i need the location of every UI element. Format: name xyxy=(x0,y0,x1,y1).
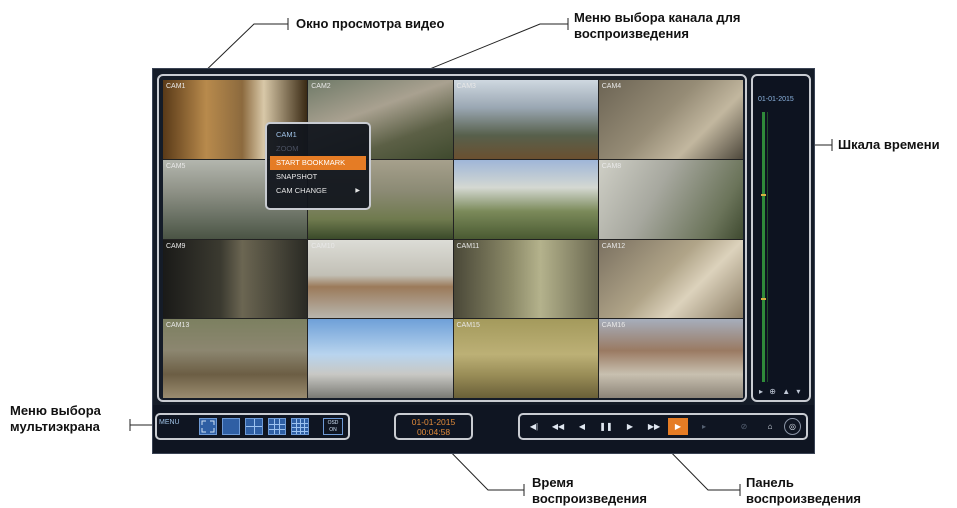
osd-toggle-button[interactable]: OSD ON xyxy=(323,418,343,435)
camera-label: CAM8 xyxy=(601,162,622,170)
playback-date: 01-01-2015 xyxy=(411,417,456,427)
submenu-arrow-icon: ▶ xyxy=(355,188,360,194)
menu-item-cam-header: CAM1 xyxy=(276,130,297,139)
camera-grid: CAM1 CAM2 CAM3 CAM4 CAM5 CAM8 CAM9 CAM10… xyxy=(163,80,743,398)
menu-item-zoom: ZOOM xyxy=(276,144,299,153)
osd-state: ON xyxy=(329,427,337,433)
timeline-up-icon[interactable]: ▲ xyxy=(782,387,790,396)
camera-label: CAM13 xyxy=(166,322,190,330)
callout-timeline: Шкала времени xyxy=(838,137,940,152)
channel-context-menu: CAM1 ZOOM START BOOKMARK SNAPSHOT CAM CH… xyxy=(265,122,371,210)
zoom-icon[interactable]: ⊘ xyxy=(734,418,754,435)
camera-tile[interactable]: CAM3 xyxy=(453,80,598,159)
playback-time: 01-01-2015 00:04:58 xyxy=(394,413,473,440)
callout-playpanel: Панель воспроизведения xyxy=(746,475,861,507)
step-back-icon[interactable]: ◀ xyxy=(572,418,592,435)
camera-label: CAM4 xyxy=(601,83,622,90)
timeline-controls: ▸ ⊕ ▲ ▾ xyxy=(759,387,804,396)
record-icon[interactable]: ◎ xyxy=(784,418,801,435)
camera-label: CAM2 xyxy=(311,83,331,90)
camera-label: CAM10 xyxy=(311,242,335,250)
osd-label: OSD xyxy=(327,420,339,426)
callout-playtime-line1: Время xyxy=(532,475,574,490)
camera-tile[interactable]: CAM11 xyxy=(453,239,598,319)
callout-channel-menu: Меню выбора канала для воспроизведения xyxy=(574,10,741,42)
bottom-bar: MENU OSD ON 01-01-2015 00:04:58 ◀| ◀◀ ◀ … xyxy=(153,405,814,453)
callout-multiscreen: Меню выбора мультиэкрана xyxy=(10,403,101,435)
camera-tile[interactable]: CAM10 xyxy=(308,239,453,319)
camera-tile[interactable]: CAM9 xyxy=(163,239,308,319)
playback-panel: ◀| ◀◀ ◀ ❚❚ ▶ ▶▶ ▶ ▸ ⊘ ⌂ ◎ xyxy=(518,413,808,440)
camera-tile[interactable]: CAM15 xyxy=(453,319,598,398)
fast-forward-icon[interactable]: ▶▶ xyxy=(644,418,664,435)
callout-multiscreen-line1: Меню выбора xyxy=(10,403,101,418)
menu-item-cam-change-label: CAM CHANGE xyxy=(276,186,327,195)
camera-snapshot-icon[interactable]: ⌂ xyxy=(760,418,780,435)
camera-label: CAM3 xyxy=(456,83,476,90)
camera-tile[interactable] xyxy=(453,159,598,239)
split-1-button[interactable] xyxy=(222,418,240,435)
split-9-button[interactable] xyxy=(268,418,286,435)
camera-tile[interactable]: CAM13 xyxy=(163,319,308,398)
camera-tile[interactable]: CAM4 xyxy=(598,80,743,159)
menu-item-cam-change[interactable]: CAM CHANGE ▶ xyxy=(270,184,366,198)
callout-playtime-line2: воспроизведения xyxy=(532,491,647,506)
camera-tile[interactable]: CAM16 xyxy=(598,319,743,398)
camera-label: CAM15 xyxy=(456,322,480,330)
camera-tile[interactable]: CAM8 xyxy=(598,159,743,239)
expand-icon xyxy=(201,420,215,433)
timeline-date: 01-01-2015 xyxy=(758,96,794,103)
split-16-button[interactable] xyxy=(291,418,309,435)
callout-multiscreen-line2: мультиэкрана xyxy=(10,419,100,434)
menu-item-snapshot[interactable]: SNAPSHOT xyxy=(270,170,366,184)
playback-clock: 00:04:58 xyxy=(416,427,451,437)
timeline-bar[interactable]: 01-01-2015 ▸ ⊕ ▲ ▾ xyxy=(751,74,811,402)
fast-rewind-icon[interactable]: ◀◀ xyxy=(548,418,568,435)
video-window: CAM1 CAM2 CAM3 CAM4 CAM5 CAM8 CAM9 CAM10… xyxy=(157,74,747,402)
menu-button[interactable]: MENU xyxy=(159,419,180,426)
callout-channel-menu-line1: Меню выбора канала для xyxy=(574,10,741,25)
camera-tile[interactable] xyxy=(308,319,453,398)
step-forward-icon[interactable]: ▶ xyxy=(620,418,640,435)
camera-label: CAM16 xyxy=(601,322,626,330)
camera-tile[interactable]: CAM12 xyxy=(598,239,743,319)
callout-playtime: Время воспроизведения xyxy=(532,475,647,507)
camera-label: CAM1 xyxy=(166,83,186,90)
skip-back-icon[interactable]: ◀| xyxy=(524,418,544,435)
skip-forward-icon[interactable]: ▸ xyxy=(694,418,714,435)
camera-label: CAM5 xyxy=(166,162,186,170)
callout-playpanel-line1: Панель xyxy=(746,475,794,490)
split-4-button[interactable] xyxy=(245,418,263,435)
multiscreen-menu: MENU OSD ON xyxy=(155,413,350,440)
timeline-marker xyxy=(761,298,766,300)
camera-label: CAM12 xyxy=(601,242,626,250)
camera-label: CAM11 xyxy=(456,242,480,250)
play-icon[interactable]: ▶ xyxy=(668,418,688,435)
timeline-zoom-icon[interactable]: ⊕ xyxy=(769,387,776,396)
timeline-marker xyxy=(761,194,766,196)
callout-playpanel-line2: воспроизведения xyxy=(746,491,861,506)
timeline-track-secondary xyxy=(767,112,768,382)
timeline-down-icon[interactable]: ▾ xyxy=(796,387,800,396)
pause-icon[interactable]: ❚❚ xyxy=(596,418,616,435)
fullscreen-button[interactable] xyxy=(199,418,217,435)
camera-label: CAM9 xyxy=(166,242,186,250)
dvr-screen: CAM1 CAM2 CAM3 CAM4 CAM5 CAM8 CAM9 CAM10… xyxy=(152,68,815,454)
callout-video-window: Окно просмотра видео xyxy=(296,16,445,31)
menu-item-start-bookmark[interactable]: START BOOKMARK xyxy=(270,156,366,170)
callout-channel-menu-line2: воспроизведения xyxy=(574,26,689,41)
timeline-track[interactable] xyxy=(762,112,765,382)
timeline-prev-icon[interactable]: ▸ xyxy=(759,387,763,396)
